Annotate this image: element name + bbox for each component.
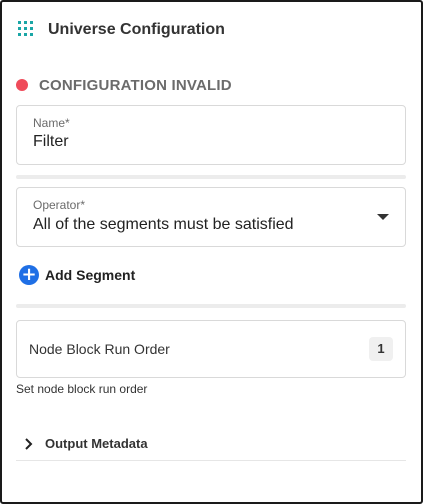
run-order-value[interactable]: 1 <box>369 337 393 361</box>
name-field-label: Name* <box>33 116 70 130</box>
run-order-helper-text: Set node block run order <box>16 382 148 396</box>
add-segment-label: Add Segment <box>45 267 136 283</box>
panel-header: Universe Configuration <box>16 18 225 42</box>
operator-field-label: Operator* <box>33 198 86 212</box>
name-input[interactable]: Filter <box>33 133 69 151</box>
status-text: CONFIGURATION INVALID <box>39 76 232 94</box>
operator-select[interactable]: Operator* All of the segments must be sa… <box>16 187 406 247</box>
output-metadata-toggle[interactable]: Output Metadata <box>16 427 406 461</box>
operator-value[interactable]: All of the segments must be satisfied <box>33 216 294 234</box>
panel-title: Universe Configuration <box>48 21 225 38</box>
status-dot-icon <box>16 79 28 91</box>
chevron-right-icon[interactable] <box>24 437 34 451</box>
add-segment-button[interactable]: + Add Segment <box>19 264 135 286</box>
run-order-field[interactable]: Node Block Run Order 1 <box>16 320 406 378</box>
configuration-status: CONFIGURATION INVALID <box>16 74 232 96</box>
output-metadata-label: Output Metadata <box>45 436 148 451</box>
section-divider <box>16 175 406 179</box>
run-order-label: Node Block Run Order <box>29 341 170 357</box>
grid-apps-icon <box>18 21 33 36</box>
configuration-panel: Universe Configuration CONFIGURATION INV… <box>0 0 423 504</box>
name-field[interactable]: Name* Filter <box>16 105 406 165</box>
dropdown-caret-icon[interactable] <box>377 214 389 220</box>
section-divider <box>16 304 406 308</box>
plus-circle-icon[interactable]: + <box>19 265 39 285</box>
